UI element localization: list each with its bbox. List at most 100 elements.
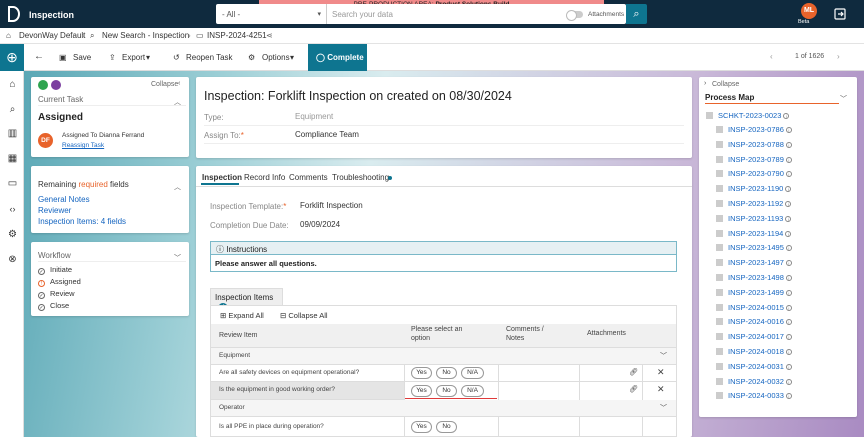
option-yes[interactable]: Yes xyxy=(411,367,432,379)
template-label: Inspection Template:* xyxy=(210,202,287,211)
process-map-item[interactable]: INSP-2024-0016 i xyxy=(716,317,792,326)
paperclip-icon[interactable]: 🔗︎ xyxy=(629,368,638,376)
save-button[interactable]: Save xyxy=(73,53,91,62)
home-icon[interactable]: ⌂ xyxy=(6,31,11,40)
process-map-item[interactable]: INSP-2023-1497 i xyxy=(716,258,792,267)
info-icon: i xyxy=(785,127,792,133)
assign-to-value[interactable]: Compliance Team xyxy=(295,130,359,139)
record-title: Inspection: Forklift Inspection on creat… xyxy=(204,89,512,103)
process-map-item[interactable]: INSP-2023-1499 i xyxy=(716,288,792,297)
option-no[interactable]: No xyxy=(436,385,457,397)
attachments-toggle[interactable] xyxy=(566,10,583,21)
reopen-icon: ↺ xyxy=(173,53,180,62)
process-map-item[interactable]: INSP-2023-1190 i xyxy=(716,184,792,193)
exit-icon[interactable] xyxy=(834,8,846,20)
process-map-item-label: INSP-2023-0789 xyxy=(728,154,784,164)
home-icon[interactable]: ⌂ xyxy=(7,79,18,90)
devonway-logo-icon[interactable] xyxy=(7,6,21,22)
search-button[interactable]: ⌕ xyxy=(626,4,647,24)
process-map-item[interactable]: INSP-2024-0018 i xyxy=(716,347,792,356)
gear-icon[interactable]: ⚙ xyxy=(7,229,18,240)
option-no[interactable]: No xyxy=(436,367,457,379)
process-map-item[interactable]: INSP-2024-0015 i xyxy=(716,303,792,312)
paperclip-icon[interactable]: 🔗︎ xyxy=(629,385,638,393)
integrations-icon[interactable]: ⊗ xyxy=(7,254,18,265)
collapse-all-button[interactable]: ⊟ Collapse All xyxy=(280,311,328,320)
search-scope-select[interactable]: - All - ▾ xyxy=(216,4,327,24)
process-map-item[interactable]: INSP-2023-0790 i xyxy=(716,169,792,178)
tab-inspection[interactable]: Inspection xyxy=(202,173,242,182)
process-map-item[interactable]: INSP-2024-0031 i xyxy=(716,362,792,371)
checkbox-icon xyxy=(716,318,723,326)
add-icon[interactable]: ⊕ xyxy=(0,44,24,71)
options-button[interactable]: Options xyxy=(262,53,290,62)
chevron-right-icon[interactable]: › xyxy=(704,80,706,87)
reopen-task-button[interactable]: Reopen Task xyxy=(186,53,233,62)
chevron-up-icon[interactable]: ︿ xyxy=(174,182,181,192)
required-link-general-notes[interactable]: General Notes xyxy=(38,195,90,204)
process-map-item[interactable]: INSP-2023-0788 i xyxy=(716,140,792,149)
share-icon[interactable]: ⋖ xyxy=(266,31,273,40)
chevron-down-icon[interactable]: ﹀ xyxy=(660,403,667,413)
record-pager: 1 of 1626 xyxy=(795,53,825,60)
expand-all-button[interactable]: ⊞ Expand All xyxy=(220,311,264,320)
inspection-items-grid: ⊞ Expand All ⊟ Collapse All Review Item … xyxy=(210,305,677,437)
tab-troubleshooting[interactable]: Troubleshooting xyxy=(332,173,389,182)
required-link-inspection-items[interactable]: Inspection Items: 4 fields xyxy=(38,217,126,226)
process-map-root[interactable]: SCHKT-2023-0023 i xyxy=(706,111,790,120)
next-record-icon[interactable]: › xyxy=(837,52,840,61)
divider xyxy=(38,261,186,262)
option-na[interactable]: N/A xyxy=(461,367,484,379)
option-no[interactable]: No xyxy=(436,421,457,433)
process-map-item[interactable]: INSP-2023-1193 i xyxy=(716,214,792,223)
process-map-item[interactable]: INSP-2023-1498 i xyxy=(716,273,792,282)
back-arrow-icon[interactable]: ← xyxy=(34,51,44,62)
complete-button[interactable]: ◯ Complete xyxy=(308,44,367,71)
chevron-down-icon[interactable]: ﹀ xyxy=(840,94,847,104)
monitor-icon[interactable]: ▭ xyxy=(7,178,18,189)
breadcrumb-record[interactable]: INSP-2024-4251 xyxy=(207,31,267,40)
breadcrumb-home[interactable]: DevonWay Default xyxy=(19,31,85,40)
search-icon: ⌕ xyxy=(633,8,640,20)
process-map-item[interactable]: INSP-2023-0789 i xyxy=(716,155,792,164)
process-map-item[interactable]: INSP-2023-1495 i xyxy=(716,243,792,252)
required-link-reviewer[interactable]: Reviewer xyxy=(38,206,71,215)
search-icon[interactable]: ⌕ xyxy=(7,104,18,115)
close-icon[interactable]: ✕ xyxy=(657,384,665,395)
workflow-step-label: Initiate xyxy=(50,265,73,274)
option-yes[interactable]: Yes xyxy=(411,421,432,433)
breadcrumb: ⌂ DevonWay Default › ⌕ New Search - Insp… xyxy=(0,28,864,44)
reassign-task-link[interactable]: Reassign Task xyxy=(62,142,104,149)
code-icon[interactable]: ‹› xyxy=(7,204,18,215)
user-avatar[interactable]: ML xyxy=(801,3,817,19)
option-yes[interactable]: Yes xyxy=(411,385,432,397)
chevron-left-icon[interactable]: ‹ xyxy=(178,80,180,87)
process-map-item[interactable]: INSP-2023-1194 i xyxy=(716,229,792,238)
tab-record-info[interactable]: Record Info xyxy=(244,173,285,182)
process-map-item[interactable]: INSP-2024-0032 i xyxy=(716,377,792,386)
dashboard-icon[interactable]: ▦ xyxy=(7,153,18,164)
divider xyxy=(204,143,684,144)
tab-comments[interactable]: Comments xyxy=(289,173,328,182)
collapse-process-map-link[interactable]: Collapse xyxy=(712,81,739,88)
chevron-down-icon[interactable]: ﹀ xyxy=(660,351,667,361)
previous-record-icon[interactable]: ‹ xyxy=(770,52,773,61)
divider xyxy=(38,105,186,106)
option-na[interactable]: N/A xyxy=(461,385,484,397)
checkbox-icon xyxy=(716,126,723,133)
chart-icon[interactable]: ▥ xyxy=(7,128,18,139)
process-map-item[interactable]: INSP-2023-1192 i xyxy=(716,199,792,208)
collapse-task-link[interactable]: Collapse xyxy=(151,81,178,88)
search-input[interactable] xyxy=(332,4,562,24)
breadcrumb-search[interactable]: New Search - Inspection xyxy=(102,31,189,40)
process-map-item[interactable]: INSP-2023-0786 i xyxy=(716,125,792,134)
export-button[interactable]: Export xyxy=(122,53,145,62)
chevron-down-icon: ▾ xyxy=(290,53,295,62)
process-map-item[interactable]: INSP-2024-0017 i xyxy=(716,332,792,341)
assign-to-label-text: Assign To: xyxy=(204,131,241,140)
inspection-items-tab[interactable]: Inspection Items4 xyxy=(210,288,283,313)
close-icon[interactable]: ✕ xyxy=(657,367,665,378)
process-map-item[interactable]: INSP-2024-0033 i xyxy=(716,391,792,400)
type-value: Equipment xyxy=(295,112,334,121)
info-icon: i xyxy=(785,260,792,267)
